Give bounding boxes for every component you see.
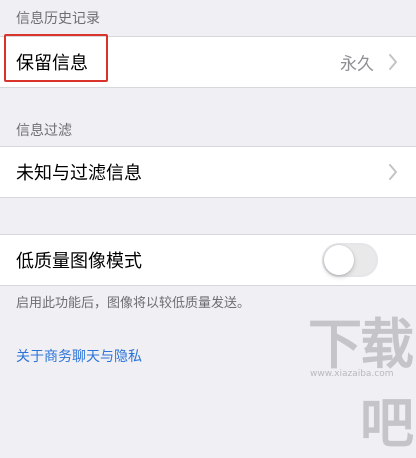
low-quality-row: 低质量图像模式 xyxy=(0,235,416,285)
section-header-history: 信息历史记录 xyxy=(16,11,100,27)
filter-group: 未知与过滤信息 xyxy=(0,146,416,198)
low-quality-footer-note: 启用此功能后，图像将以较低质量发送。 xyxy=(16,296,251,311)
watermark-url: www.xiazaiba.com xyxy=(310,369,394,379)
business-chat-privacy-link[interactable]: 关于商务聊天与隐私 xyxy=(16,346,142,366)
chevron-right-icon xyxy=(389,54,397,70)
section-header-filter: 信息过滤 xyxy=(16,123,72,139)
unknown-filter-row[interactable]: 未知与过滤信息 xyxy=(0,147,416,197)
chevron-right-icon xyxy=(389,164,397,180)
unknown-filter-label: 未知与过滤信息 xyxy=(16,163,142,184)
low-quality-group: 低质量图像模式 xyxy=(0,234,416,286)
low-quality-toggle[interactable] xyxy=(322,243,378,277)
keep-messages-value: 永久 xyxy=(340,54,374,75)
low-quality-label: 低质量图像模式 xyxy=(16,251,142,272)
keep-messages-highlight xyxy=(4,34,108,82)
toggle-knob xyxy=(324,245,354,275)
